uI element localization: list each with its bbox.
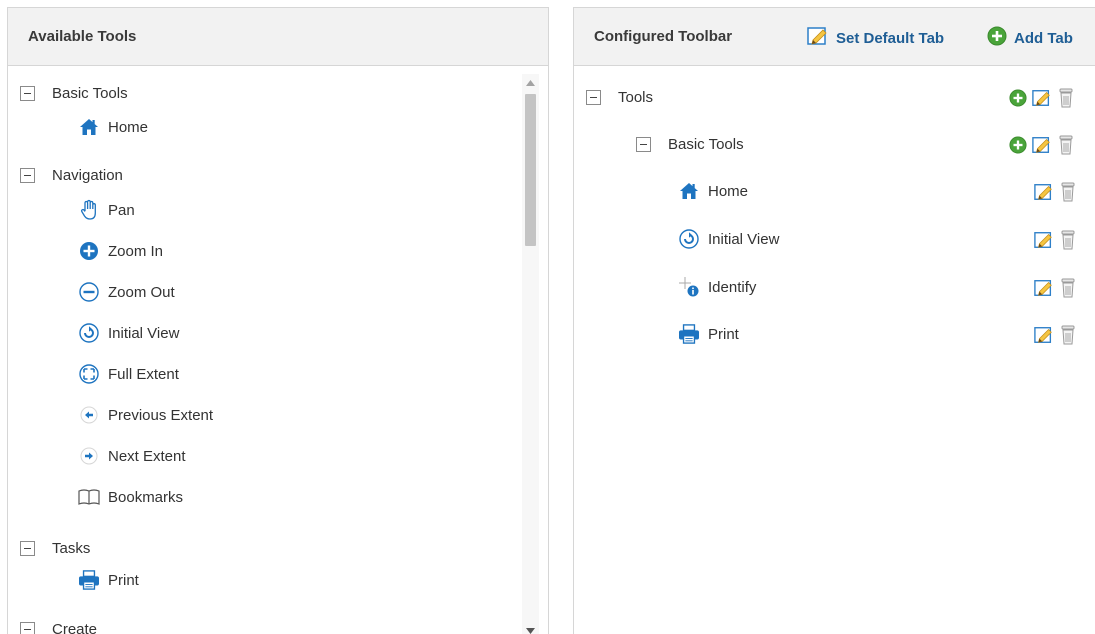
scrollbar-thumb[interactable]: [525, 94, 536, 246]
edit-icon[interactable]: [1034, 325, 1054, 345]
toolbar-node-basic-tools[interactable]: Basic Tools: [636, 133, 744, 155]
toolbar-item-home[interactable]: Home: [678, 180, 748, 202]
previous-extent-icon: [78, 404, 100, 426]
add-tab-label: Add Tab: [1014, 29, 1073, 47]
zoom-out-icon: [78, 281, 100, 303]
tool-item-pan[interactable]: Pan: [78, 199, 135, 221]
edit-icon: [807, 26, 829, 50]
tool-label: Next Extent: [108, 447, 186, 465]
node-label: Basic Tools: [668, 135, 744, 153]
trash-icon[interactable]: [1058, 325, 1078, 345]
next-extent-icon: [78, 445, 100, 467]
add-icon: [987, 26, 1007, 50]
toolbar-item-identify[interactable]: Identify: [678, 276, 756, 298]
collapse-navigation-toggle[interactable]: [20, 167, 35, 183]
available-tools-header: Available Tools: [8, 8, 548, 66]
trash-icon[interactable]: [1058, 182, 1078, 202]
print-item-actions: [1030, 325, 1078, 345]
tool-label: Full Extent: [108, 365, 179, 383]
tool-item-initial-view[interactable]: Initial View: [78, 322, 179, 344]
group-label: Basic Tools: [52, 84, 128, 102]
group-label: Create: [52, 620, 98, 634]
home-icon: [678, 180, 700, 202]
collapse-create-toggle[interactable]: [20, 621, 35, 634]
add-icon[interactable]: [1008, 135, 1028, 155]
available-tools-title: Available Tools: [28, 28, 137, 45]
collapse-tools-toggle[interactable]: [586, 89, 601, 105]
home-icon: [78, 116, 100, 138]
configured-toolbar-title: Configured Toolbar: [594, 28, 733, 45]
print-icon: [78, 569, 100, 591]
edit-icon[interactable]: [1034, 278, 1054, 298]
tool-item-zoom-out[interactable]: Zoom Out: [78, 281, 175, 303]
group-label: Navigation: [52, 166, 123, 184]
zoom-in-icon: [78, 240, 100, 262]
tool-label: Print: [108, 571, 139, 589]
tool-item-full-extent[interactable]: Full Extent: [78, 363, 179, 385]
trash-icon[interactable]: [1058, 278, 1078, 298]
pan-hand-icon: [78, 199, 100, 221]
initial-view-icon: [78, 322, 100, 344]
basic-tools-node-actions: [1004, 135, 1076, 155]
edit-icon[interactable]: [1034, 182, 1054, 202]
tool-item-zoom-in[interactable]: Zoom In: [78, 240, 163, 262]
tool-label: Home: [708, 182, 749, 200]
tool-item-print[interactable]: Print: [78, 569, 139, 591]
node-label: Tools: [618, 88, 654, 106]
tool-item-bookmarks[interactable]: Bookmarks: [78, 486, 183, 508]
group-create[interactable]: Create: [20, 618, 97, 634]
tool-label: Previous Extent: [108, 406, 214, 424]
group-navigation[interactable]: Navigation: [20, 164, 123, 186]
tool-label: Initial View: [108, 324, 180, 342]
edit-icon[interactable]: [1032, 88, 1052, 108]
tool-label: Zoom In: [108, 242, 164, 260]
full-extent-icon: [78, 363, 100, 385]
toolbar-item-initial-view[interactable]: Initial View: [678, 228, 779, 250]
collapse-tasks-toggle[interactable]: [20, 540, 35, 556]
add-icon[interactable]: [1008, 88, 1028, 108]
scroll-up-arrow-icon[interactable]: [522, 76, 539, 90]
set-default-tab-label: Set Default Tab: [836, 29, 945, 47]
tool-item-previous-extent[interactable]: Previous Extent: [78, 404, 213, 426]
group-label: Tasks: [52, 539, 91, 557]
tool-label: Zoom Out: [108, 283, 175, 301]
identify-icon: [678, 276, 700, 298]
tool-label: Home: [108, 118, 149, 136]
add-tab-button[interactable]: Add Tab: [987, 26, 1073, 50]
print-icon: [678, 323, 700, 345]
tool-label: Initial View: [708, 230, 780, 248]
available-tools-panel: Available Tools Basic Tools Home Navigat…: [7, 7, 549, 634]
tool-label: Print: [708, 325, 739, 343]
tool-label: Pan: [108, 201, 135, 219]
initial-view-item-actions: [1030, 230, 1078, 250]
identify-item-actions: [1030, 278, 1078, 298]
trash-icon[interactable]: [1056, 88, 1076, 108]
collapse-basic-tools-toggle[interactable]: [20, 85, 35, 101]
edit-icon[interactable]: [1032, 135, 1052, 155]
tool-item-home[interactable]: Home: [78, 116, 148, 138]
toolbar-node-tools[interactable]: Tools: [586, 86, 653, 108]
tools-node-actions: [1004, 88, 1076, 108]
configured-toolbar-panel: Configured Toolbar Set Default Tab Add T…: [573, 7, 1095, 634]
toolbar-item-print[interactable]: Print: [678, 323, 739, 345]
tools-scrollbar[interactable]: [522, 74, 539, 634]
tool-label: Identify: [708, 278, 757, 296]
initial-view-icon: [678, 228, 700, 250]
collapse-basic-tools-toggle[interactable]: [636, 136, 651, 152]
edit-icon[interactable]: [1034, 230, 1054, 250]
trash-icon[interactable]: [1058, 230, 1078, 250]
trash-icon[interactable]: [1056, 135, 1076, 155]
group-basic-tools[interactable]: Basic Tools: [20, 82, 128, 104]
tool-item-next-extent[interactable]: Next Extent: [78, 445, 186, 467]
bookmarks-icon: [78, 486, 100, 508]
tool-label: Bookmarks: [108, 488, 184, 506]
scroll-down-arrow-icon[interactable]: [522, 624, 539, 634]
set-default-tab-button[interactable]: Set Default Tab: [807, 26, 944, 50]
home-item-actions: [1030, 182, 1078, 202]
group-tasks[interactable]: Tasks: [20, 537, 90, 559]
